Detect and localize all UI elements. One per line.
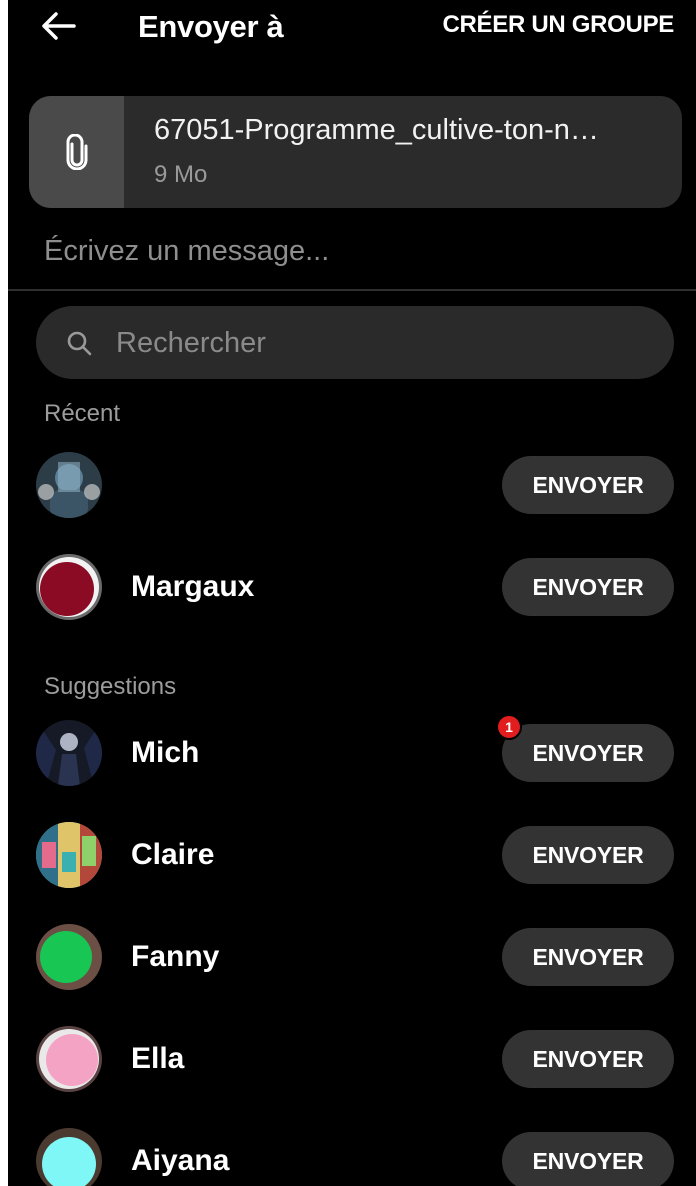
avatar[interactable] xyxy=(36,452,102,518)
contact-row: Fanny ENVOYER xyxy=(8,912,696,1002)
search-icon xyxy=(67,331,92,356)
avatar[interactable] xyxy=(36,822,102,888)
avatar-image xyxy=(36,1026,102,1092)
avatar[interactable] xyxy=(36,1128,102,1186)
page-title: Envoyer à xyxy=(138,9,284,44)
contact-name: Fanny xyxy=(131,940,220,973)
send-button[interactable]: ENVOYER xyxy=(502,724,674,782)
attachment-card: 67051-Programme_cultive-ton-n… 9 Mo xyxy=(29,96,682,208)
avatar-image xyxy=(36,1128,102,1186)
send-button[interactable]: ENVOYER xyxy=(502,1030,674,1088)
left-edge-strip xyxy=(0,0,8,1186)
send-button[interactable]: ENVOYER xyxy=(502,558,674,616)
send-to-screen: Envoyer à CRÉER UN GROUPE 67051-Programm… xyxy=(8,0,696,1186)
send-button[interactable]: ENVOYER xyxy=(502,928,674,986)
paperclip-icon xyxy=(66,134,87,170)
notification-badge: 1 xyxy=(496,714,522,740)
avatar[interactable] xyxy=(36,554,102,620)
contact-row: Mich 1 ENVOYER xyxy=(8,708,696,798)
contact-row: Claire ENVOYER xyxy=(8,810,696,900)
send-button[interactable]: ENVOYER xyxy=(502,456,674,514)
contact-row: Margaux ENVOYER xyxy=(8,542,696,632)
search-bar[interactable] xyxy=(36,306,674,379)
avatar[interactable] xyxy=(36,720,102,786)
avatar-image xyxy=(36,822,102,888)
back-button[interactable] xyxy=(36,6,80,46)
contact-row: Aiyana ENVOYER xyxy=(8,1116,696,1186)
attachment-file-name: 67051-Programme_cultive-ton-n… xyxy=(154,114,599,146)
contact-name: Aiyana xyxy=(131,1144,230,1177)
search-input[interactable] xyxy=(116,320,636,366)
create-group-button[interactable]: CRÉER UN GROUPE xyxy=(442,10,674,40)
contact-name: Ella xyxy=(131,1042,185,1075)
section-label-recent: Récent xyxy=(44,400,121,427)
contact-row: ENVOYER xyxy=(8,440,696,530)
message-input[interactable] xyxy=(44,230,664,272)
avatar-image xyxy=(36,452,102,518)
contact-name: Claire xyxy=(131,838,215,871)
attachment-icon-box xyxy=(29,96,124,208)
contact-name: Margaux xyxy=(131,570,255,603)
send-button[interactable]: ENVOYER xyxy=(502,1132,674,1186)
attachment-file-size: 9 Mo xyxy=(154,161,208,188)
header: Envoyer à CRÉER UN GROUPE xyxy=(8,0,696,60)
avatar-image xyxy=(36,924,102,990)
divider xyxy=(8,289,696,291)
avatar-image xyxy=(36,720,102,786)
avatar[interactable] xyxy=(36,924,102,990)
arrow-left-icon xyxy=(42,12,76,40)
contact-row: Ella ENVOYER xyxy=(8,1014,696,1104)
avatar-image xyxy=(36,554,102,620)
contact-name: Mich xyxy=(131,736,200,769)
send-button[interactable]: ENVOYER xyxy=(502,826,674,884)
section-label-suggestions: Suggestions xyxy=(44,673,177,700)
avatar[interactable] xyxy=(36,1026,102,1092)
